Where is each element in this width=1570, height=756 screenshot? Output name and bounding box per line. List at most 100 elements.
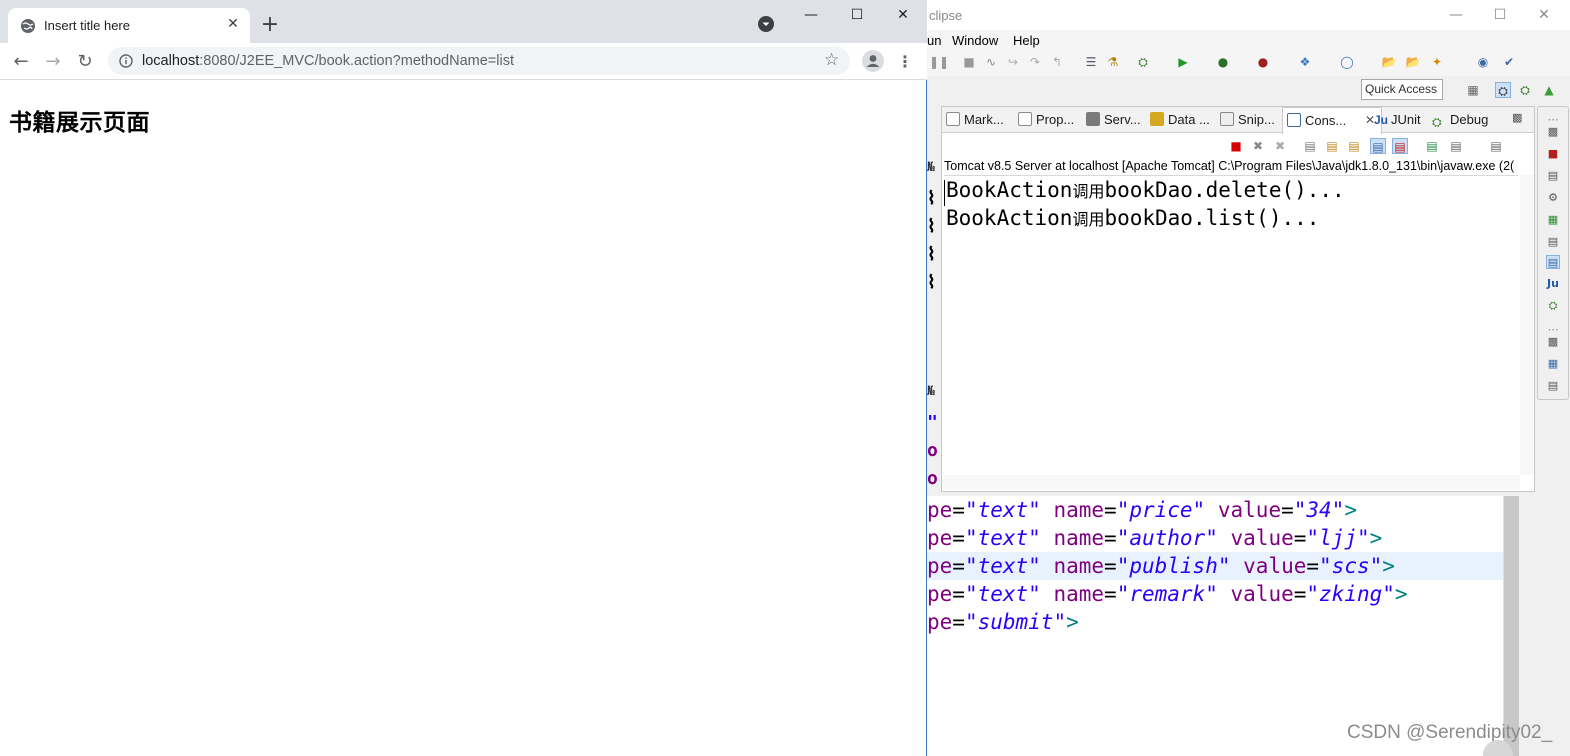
restore-icon[interactable]: ▩ — [1512, 111, 1522, 124]
console-icon[interactable]: ▤ — [1546, 255, 1560, 269]
terminate-icon[interactable]: ■ — [1228, 138, 1244, 154]
junit-icon[interactable]: Ju — [1546, 277, 1560, 291]
annotation-icon[interactable]: ✔ — [1501, 54, 1517, 70]
console-horizontal-scrollbar[interactable] — [944, 475, 1520, 489]
menu-window[interactable]: Window — [952, 33, 998, 48]
remnant-glyph: " — [927, 412, 938, 433]
menu-run[interactable]: un — [927, 33, 941, 48]
tab-properties[interactable]: Prop... — [1018, 112, 1074, 127]
close-icon[interactable]: ✕ — [223, 14, 243, 34]
menu-help[interactable]: Help — [1013, 33, 1040, 48]
snippets-icon — [1220, 112, 1234, 126]
open-task-icon[interactable]: 📂 — [1405, 54, 1421, 70]
console-output[interactable]: BookAction调用bookDao.delete()... BookActi… — [944, 175, 1518, 475]
console-line-cjk: 调用 — [1072, 210, 1105, 229]
external-tools-icon[interactable]: ● — [1255, 54, 1271, 70]
data-source-icon[interactable]: ▦ — [1546, 213, 1560, 227]
editor-vertical-scrollbar[interactable] — [1503, 496, 1519, 756]
outline-icon[interactable]: ▦ — [1546, 357, 1560, 371]
tab-markers[interactable]: Mark... — [946, 112, 1004, 127]
tab-debug[interactable]: ⛭ Debug — [1432, 112, 1488, 129]
show-on-stderr-icon[interactable]: ▤ — [1392, 138, 1408, 154]
eclipse-toolbar — [927, 50, 1570, 76]
reload-button[interactable]: ↻ — [72, 49, 98, 75]
console-line-class: BookAction — [946, 178, 1073, 202]
close-window-button[interactable]: ✕ — [892, 4, 914, 26]
globe-icon[interactable]: ◉ — [1475, 54, 1491, 70]
remove-launch-icon[interactable]: ✖ — [1250, 138, 1266, 154]
tab-snippets[interactable]: Snip... — [1220, 112, 1275, 127]
url-text[interactable]: localhost:8080/J2EE_MVC/book.action?meth… — [142, 53, 514, 69]
eclipse-titlebar: clipse — ☐ ✕ — [927, 0, 1570, 30]
pin-console-icon[interactable]: ▤ — [1424, 138, 1440, 154]
jsp-editor[interactable]: pe="text" name="price" value="34"> pe="t… — [927, 496, 1503, 756]
back-button[interactable]: ← — [8, 49, 34, 75]
kebab-menu-icon[interactable]: ⋮ — [892, 49, 918, 75]
tab-servers[interactable]: Serv... — [1086, 112, 1141, 127]
new-java-class-icon[interactable]: ◯ — [1339, 54, 1355, 70]
step-into-icon[interactable]: ↪ — [1005, 54, 1021, 70]
restore-icon[interactable]: ▩ — [1546, 335, 1560, 349]
minimize-button[interactable]: — — [800, 4, 822, 26]
quick-access-field[interactable]: Quick Access — [1361, 79, 1443, 100]
restore-icon[interactable]: ▩ — [1546, 125, 1560, 139]
task-list-icon[interactable]: ▤ — [1546, 379, 1560, 393]
step-return-icon[interactable]: ↰ — [1049, 54, 1065, 70]
show-on-stdout-icon[interactable]: ▤ — [1370, 138, 1386, 154]
new-server-icon[interactable]: ❖ — [1297, 54, 1313, 70]
editor-line: pe="text" name="price" value="34"> — [927, 498, 1357, 522]
data-source-icon — [1150, 112, 1164, 126]
page-title: 书籍展示页面 — [9, 110, 150, 136]
new-tab-button[interactable]: + — [258, 13, 282, 37]
debug-perspective-icon[interactable]: ⛭ — [1517, 82, 1533, 98]
editor-line: pe="text" name="author" value="ljj"> — [927, 526, 1383, 550]
chevron-down-icon[interactable] — [758, 16, 774, 32]
open-type-icon[interactable]: 📂 — [1381, 54, 1397, 70]
word-wrap-icon[interactable]: ▤ — [1346, 138, 1362, 154]
pause-icon[interactable]: ❚❚ — [929, 54, 949, 70]
disconnect-icon[interactable]: ∿ — [983, 54, 999, 70]
servers-icon[interactable]: ⚙ — [1546, 191, 1560, 205]
toggle-block-icon[interactable]: ☰ — [1083, 54, 1099, 70]
console-vertical-scrollbar[interactable] — [1520, 175, 1534, 475]
java-perspective-icon[interactable]: ▲ — [1541, 82, 1557, 98]
debug-bug-icon[interactable]: ⛭ — [1135, 54, 1151, 70]
eclipse-close-button[interactable]: ✕ — [1533, 4, 1555, 26]
scroll-lock-icon[interactable]: ▤ — [1324, 138, 1340, 154]
open-perspective-icon[interactable]: ▦ — [1465, 82, 1481, 98]
address-bar[interactable]: localhost:8080/J2EE_MVC/book.action?meth… — [108, 47, 850, 75]
profile-avatar[interactable] — [862, 50, 884, 72]
run-icon[interactable]: ▶ — [1175, 54, 1191, 70]
bookmark-star-icon[interactable]: ☆ — [824, 50, 839, 70]
tab-data-source-explorer[interactable]: Data ... — [1150, 112, 1210, 127]
tab-strip: Insert title here ✕ + — ☐ ✕ — [0, 0, 927, 43]
remnant-glyph: № — [927, 384, 935, 399]
console-line-call: bookDao.delete()... — [1104, 178, 1345, 202]
display-selected-console-icon[interactable]: ▤ — [1448, 138, 1464, 154]
tab-console[interactable]: Cons... ✕ — [1282, 107, 1382, 134]
search-marker-icon[interactable]: ✦ — [1429, 54, 1445, 70]
debug-icon[interactable]: ⛭ — [1546, 299, 1560, 313]
snippets-icon[interactable]: ▤ — [1546, 235, 1560, 249]
clear-console-icon[interactable]: ▤ — [1302, 138, 1318, 154]
skip-breakpoints-icon[interactable]: ⚗ — [1105, 54, 1121, 70]
open-console-icon[interactable]: ▤ — [1488, 138, 1504, 154]
info-icon[interactable] — [119, 54, 133, 68]
coverage-icon[interactable]: ● — [1215, 54, 1231, 70]
tab-junit[interactable]: Ju JUnit — [1374, 112, 1421, 127]
eclipse-maximize-button[interactable]: ☐ — [1489, 4, 1511, 26]
remove-all-launches-icon[interactable]: ✖ — [1272, 138, 1288, 154]
java-ee-perspective-icon[interactable]: ⛭ — [1495, 82, 1511, 98]
eclipse-minimize-button[interactable]: — — [1445, 4, 1467, 26]
stop-icon[interactable]: ■ — [961, 54, 977, 70]
globe-icon — [21, 19, 35, 33]
remnant-glyph: ⌇ — [927, 216, 936, 237]
markers-icon[interactable]: ■ — [1546, 147, 1560, 161]
properties-icon[interactable]: ▤ — [1546, 169, 1560, 183]
maximize-button[interactable]: ☐ — [846, 4, 868, 26]
step-over-icon[interactable]: ↷ — [1027, 54, 1043, 70]
console-line: BookAction调用bookDao.delete()... — [946, 178, 1345, 202]
forward-button[interactable]: → — [40, 49, 66, 75]
remnant-glyph: № — [927, 160, 935, 175]
browser-tab[interactable]: Insert title here ✕ — [8, 8, 250, 43]
